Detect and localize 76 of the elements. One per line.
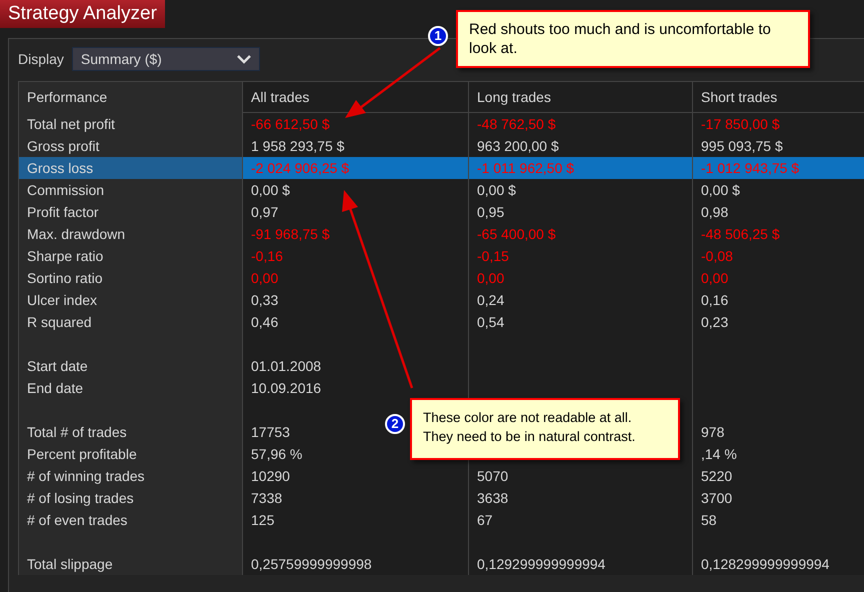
column-header: Long trades <box>469 82 693 113</box>
table-cell: 7338 <box>251 490 282 506</box>
table-cell: 978 <box>701 424 724 440</box>
table-cell: -91 968,75 $ <box>251 226 330 242</box>
table-cell: 0,95 <box>477 204 504 220</box>
column-header: Short trades <box>700 88 778 107</box>
row-label: Total # of trades <box>19 421 243 443</box>
table-cell: -48 506,25 $ <box>701 226 780 242</box>
row-label: Ulcer index <box>19 289 243 311</box>
table-cell: 01.01.2008 <box>251 358 322 374</box>
table-cell: -0,16 <box>251 248 283 264</box>
row-label: Commission <box>19 179 243 201</box>
row-label: Total slippage <box>19 553 243 575</box>
table-cell: 1 958 293,75 $ <box>251 138 344 154</box>
table-cell: 125 <box>251 512 274 528</box>
table-cell: 0,00 $ <box>701 182 740 198</box>
table-cell: 57,96 % <box>251 446 302 462</box>
row-label: Total net profit <box>19 113 243 135</box>
callout-note: These color are not readable at all. They need to be in natural contrast. <box>410 398 680 460</box>
table-cell: -0,15 <box>477 248 509 264</box>
table-cell: 0,25759999999998 <box>251 556 372 572</box>
table-cell: 0,33 <box>251 292 278 308</box>
row-label: Max. drawdown <box>19 223 243 245</box>
row-label: R squared <box>19 311 243 333</box>
display-dropdown[interactable]: Summary ($) <box>72 47 260 71</box>
table-cell: -0,08 <box>701 248 733 264</box>
table-cell: 0,00 $ <box>477 182 516 198</box>
table-cell: 0,00 <box>701 270 728 286</box>
table-cell: 0,129299999999994 <box>477 556 606 572</box>
table-cell: 0,16 <box>701 292 728 308</box>
table-cell: -2 024 906,25 $ <box>251 160 350 176</box>
callout-badge: 1 <box>428 26 448 46</box>
table-cell: 5220 <box>701 468 732 484</box>
table-cell: 0,97 <box>251 204 278 220</box>
table-cell: 0,00 <box>477 270 504 286</box>
table-cell: 0,128299999999994 <box>701 556 830 572</box>
table-cell: 58 <box>701 512 717 528</box>
row-label: Gross profit <box>19 135 243 157</box>
table-cell: 0,23 <box>701 314 728 330</box>
row-label: Sortino ratio <box>19 267 243 289</box>
chevron-down-icon <box>236 54 251 64</box>
row-label: # of losing trades <box>19 487 243 509</box>
display-label: Display <box>18 50 64 69</box>
table-cell: -1 011 962,50 $ <box>477 160 574 176</box>
window-title: Strategy Analyzer <box>0 0 165 28</box>
table-cell: 995 093,75 $ <box>701 138 783 154</box>
table-cell: 3638 <box>477 490 508 506</box>
row-label: End date <box>19 377 243 399</box>
row-label: Gross loss <box>19 157 243 179</box>
row-label: Profit factor <box>19 201 243 223</box>
table-cell: -48 762,50 $ <box>477 116 556 132</box>
table-cell: -1 012 943,75 $ <box>701 160 800 176</box>
table-cell: 3700 <box>701 490 732 506</box>
table-cell: -66 612,50 $ <box>251 116 330 132</box>
column-header: Performance <box>19 82 243 113</box>
table-cell: 0,46 <box>251 314 278 330</box>
table-cell: -17 850,00 $ <box>701 116 780 132</box>
table-cell: 5070 <box>477 468 508 484</box>
table-cell: 963 200,00 $ <box>477 138 559 154</box>
table-cell: 0,24 <box>477 292 504 308</box>
table-cell: 10290 <box>251 468 290 484</box>
table-cell: 0,00 $ <box>251 182 290 198</box>
row-label: # of even trades <box>19 509 243 531</box>
callout-note: Red shouts too much and is uncomfortable to look at. <box>456 10 810 68</box>
row-label: Percent profitable <box>19 443 243 465</box>
table-cell: 0,00 <box>251 270 278 286</box>
table-cell: 67 <box>477 512 493 528</box>
table-cell: -65 400,00 $ <box>477 226 556 242</box>
table-cell: 0,98 <box>701 204 728 220</box>
table-cell: ,14 % <box>701 446 737 462</box>
row-label: Start date <box>19 355 243 377</box>
table-cell: 10.09.2016 <box>251 380 322 396</box>
row-label: Sharpe ratio <box>19 245 243 267</box>
row-label: # of winning trades <box>19 465 243 487</box>
table-cell: 17753 <box>251 424 290 440</box>
table-cell: 0,54 <box>477 314 504 330</box>
